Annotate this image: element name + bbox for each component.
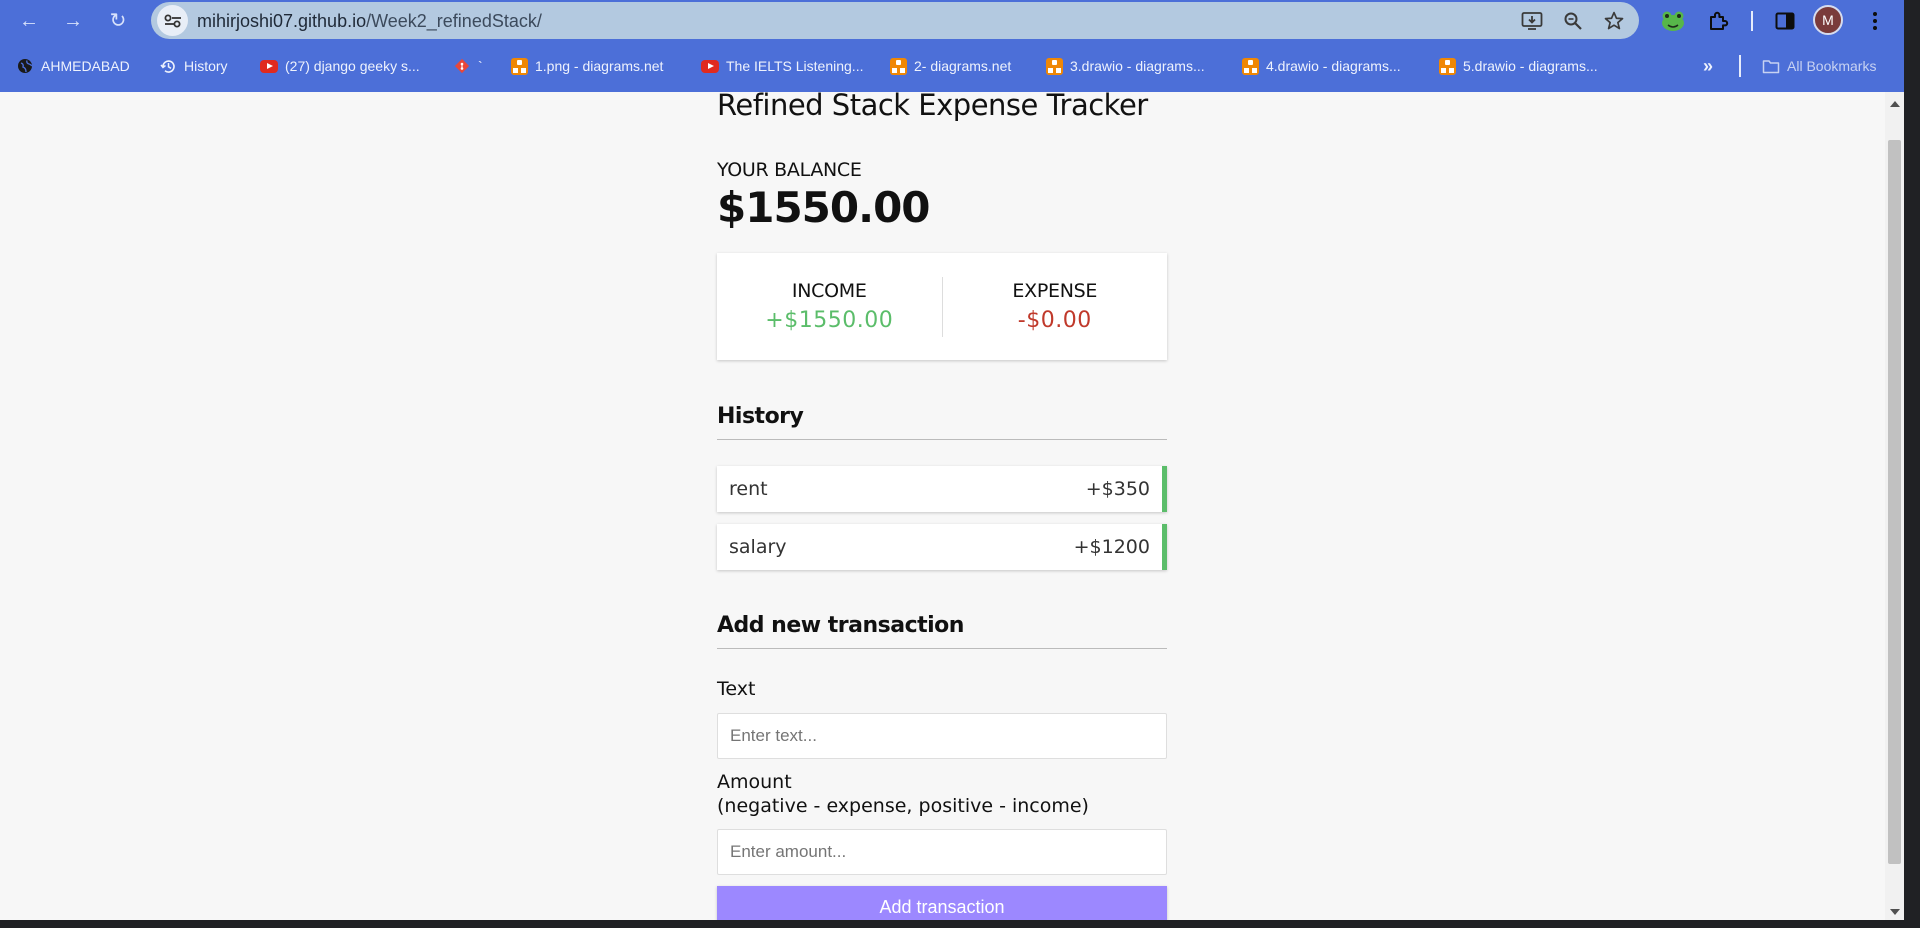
drawio-icon bbox=[510, 57, 528, 75]
transaction-item[interactable]: rent +$350 bbox=[717, 466, 1167, 512]
bookmark-drawio-2[interactable]: 2- diagrams.net bbox=[889, 55, 1011, 77]
transaction-text: salary bbox=[729, 536, 787, 558]
transaction-item[interactable]: salary +$1200 bbox=[717, 524, 1167, 570]
amount-input[interactable] bbox=[717, 829, 1167, 875]
bookmark-label: ` bbox=[478, 58, 483, 74]
window-edge bbox=[1904, 0, 1920, 928]
expense-label: EXPENSE bbox=[1012, 280, 1098, 302]
drawio-icon bbox=[1438, 57, 1456, 75]
url-text[interactable]: mihirjoshi07.github.io/Week2_refinedStac… bbox=[197, 11, 542, 32]
git-icon bbox=[453, 57, 471, 75]
page-title: Refined Stack Expense Tracker bbox=[717, 92, 1148, 122]
bookmark-history[interactable]: History bbox=[159, 55, 228, 77]
page-scrollbar[interactable] bbox=[1885, 92, 1904, 920]
more-bookmarks-chevron-icon[interactable]: » bbox=[1703, 55, 1713, 77]
extensions-puzzle-icon[interactable] bbox=[1703, 6, 1733, 36]
transaction-list: rent +$350 salary +$1200 bbox=[717, 466, 1167, 582]
history-icon bbox=[159, 57, 177, 75]
frog-extension-icon[interactable] bbox=[1658, 6, 1688, 36]
drawio-icon bbox=[1241, 57, 1259, 75]
bookmark-drawio-5[interactable]: 5.drawio - diagrams... bbox=[1438, 55, 1598, 77]
page-viewport: Refined Stack Expense Tracker YOUR BALAN… bbox=[0, 92, 1885, 920]
balance-label: YOUR BALANCE bbox=[717, 159, 862, 181]
text-input[interactable] bbox=[717, 713, 1167, 759]
bookmark-drawio-1[interactable]: 1.png - diagrams.net bbox=[510, 55, 663, 77]
bookmark-django[interactable]: (27) django geeky s... bbox=[260, 55, 420, 77]
bookmark-label: 1.png - diagrams.net bbox=[535, 58, 664, 74]
window-bottom-edge bbox=[0, 920, 1904, 928]
bookmark-star-icon[interactable] bbox=[1600, 7, 1628, 35]
bookmark-label: History bbox=[184, 58, 228, 74]
bookmark-drawio-3[interactable]: 3.drawio - diagrams... bbox=[1045, 55, 1205, 77]
bookmark-label: The IELTS Listening... bbox=[726, 58, 864, 74]
bookmark-drawio-4[interactable]: 4.drawio - diagrams... bbox=[1241, 55, 1401, 77]
youtube-icon bbox=[260, 57, 278, 75]
bookmarks-divider bbox=[1739, 55, 1741, 77]
income-expense-card: INCOME +$1550.00 EXPENSE -$0.00 bbox=[717, 253, 1167, 360]
scrollbar-thumb[interactable] bbox=[1888, 140, 1901, 864]
add-transaction-heading: Add new transaction bbox=[717, 613, 1167, 649]
balance-value: $1550.00 bbox=[717, 183, 931, 232]
menu-kebab-icon[interactable] bbox=[1860, 6, 1890, 36]
bookmark-label: 5.drawio - diagrams... bbox=[1463, 58, 1598, 74]
add-transaction-button[interactable]: Add transaction bbox=[717, 886, 1167, 920]
drawio-icon bbox=[1045, 57, 1063, 75]
url-host: mihirjoshi07.github.io bbox=[197, 11, 367, 31]
folder-icon bbox=[1762, 57, 1780, 75]
scroll-down-arrow-icon[interactable] bbox=[1890, 909, 1900, 915]
amount-label-group: Amount (negative - expense, positive - i… bbox=[717, 770, 1089, 818]
bookmark-ahmedabad[interactable]: AHMEDABAD bbox=[16, 55, 130, 77]
bookmark-ielts[interactable]: The IELTS Listening... bbox=[701, 55, 863, 77]
back-icon[interactable]: ← bbox=[14, 6, 44, 36]
income-section: INCOME +$1550.00 bbox=[717, 280, 942, 333]
text-label: Text bbox=[717, 678, 756, 700]
bookmark-git[interactable]: ` bbox=[453, 55, 483, 77]
income-label: INCOME bbox=[791, 280, 867, 302]
side-panel-icon[interactable] bbox=[1770, 6, 1800, 36]
reload-icon[interactable]: ↻ bbox=[103, 6, 133, 36]
install-app-icon[interactable] bbox=[1518, 7, 1546, 35]
url-path: /Week2_refinedStack/ bbox=[366, 11, 542, 31]
amount-hint: (negative - expense, positive - income) bbox=[717, 795, 1089, 817]
bookmark-label: AHMEDABAD bbox=[41, 58, 130, 74]
amount-label: Amount bbox=[717, 771, 792, 793]
history-heading: History bbox=[717, 404, 1167, 440]
bookmark-label: (27) django geeky s... bbox=[285, 58, 420, 74]
expense-value: -$0.00 bbox=[1017, 308, 1092, 333]
address-bar[interactable]: mihirjoshi07.github.io/Week2_refinedStac… bbox=[151, 2, 1639, 39]
globe-icon bbox=[16, 57, 34, 75]
all-bookmarks-label: All Bookmarks bbox=[1787, 58, 1877, 74]
site-settings-icon[interactable] bbox=[157, 5, 188, 36]
youtube-icon bbox=[701, 57, 719, 75]
income-value: +$1550.00 bbox=[765, 308, 894, 333]
browser-toolbar: ← → ↻ mihirjoshi07.github.io/Week2_refin… bbox=[0, 0, 1904, 41]
transaction-amount: +$1200 bbox=[1073, 536, 1150, 558]
forward-icon[interactable]: → bbox=[58, 6, 88, 36]
profile-avatar[interactable]: M bbox=[1813, 5, 1843, 35]
all-bookmarks[interactable]: All Bookmarks bbox=[1762, 55, 1876, 77]
bookmark-label: 2- diagrams.net bbox=[914, 58, 1012, 74]
zoom-icon[interactable] bbox=[1559, 7, 1587, 35]
bookmark-label: 3.drawio - diagrams... bbox=[1070, 58, 1205, 74]
bookmark-label: 4.drawio - diagrams... bbox=[1266, 58, 1401, 74]
drawio-icon bbox=[889, 57, 907, 75]
transaction-text: rent bbox=[729, 478, 768, 500]
toolbar-divider bbox=[1751, 11, 1753, 31]
transaction-amount: +$350 bbox=[1085, 478, 1150, 500]
expense-section: EXPENSE -$0.00 bbox=[943, 280, 1168, 333]
scroll-up-arrow-icon[interactable] bbox=[1890, 101, 1900, 107]
bookmarks-bar: AHMEDABAD History (27) django geeky s...… bbox=[0, 41, 1904, 92]
